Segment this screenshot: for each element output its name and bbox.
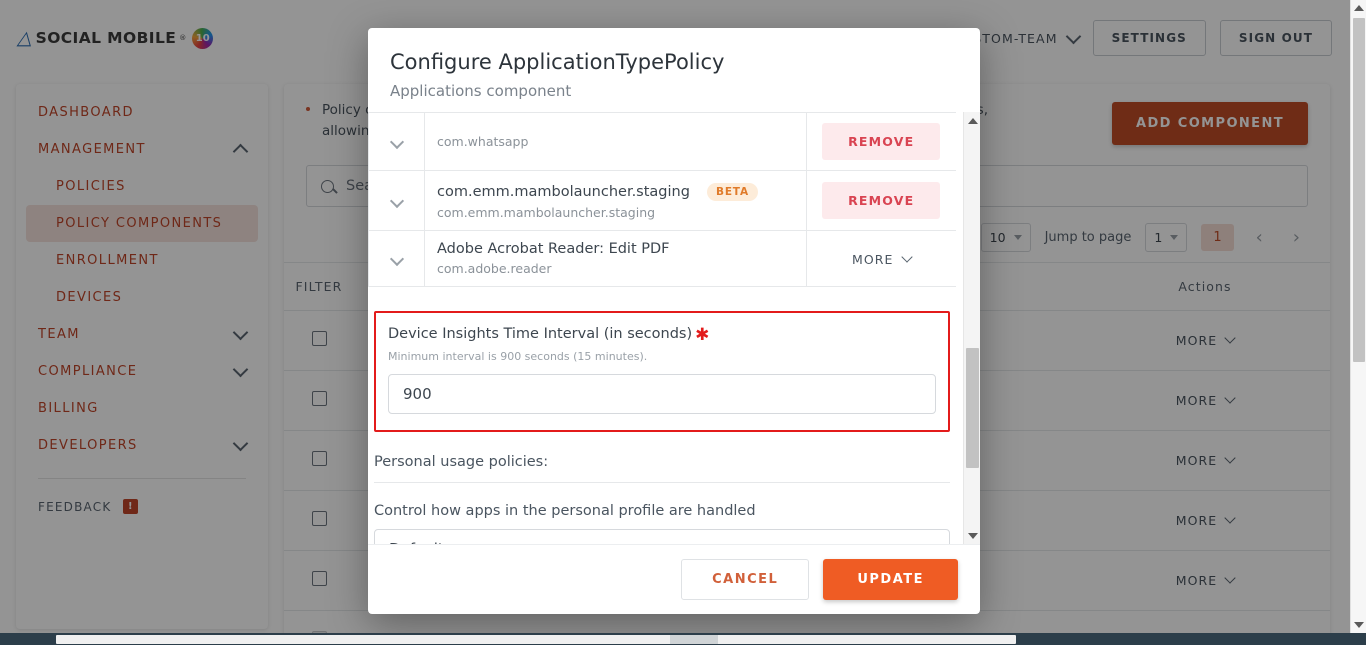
modal-scroll-down-button[interactable] <box>964 527 980 544</box>
application-more-button[interactable]: MORE <box>851 251 913 267</box>
page-horizontal-scrollbar[interactable] <box>0 633 1366 645</box>
personal-profile-select[interactable]: Default <box>374 528 950 545</box>
application-package: com.emm.mambolauncher.staging <box>437 204 656 220</box>
page-vertical-scrollbar[interactable] <box>1350 0 1366 633</box>
personal-profile-select-label: Control how apps in the personal profile… <box>374 502 756 519</box>
device-insights-hint: Minimum interval is 900 seconds (15 minu… <box>388 349 648 363</box>
chevron-down-icon[interactable] <box>389 134 404 150</box>
cancel-button[interactable]: CANCEL <box>681 559 810 600</box>
device-insights-input[interactable] <box>388 373 936 414</box>
expand-cell[interactable] <box>368 229 425 287</box>
application-package: com.adobe.reader <box>437 260 552 276</box>
page-scrollbar-thumb[interactable] <box>1353 18 1365 362</box>
triangle-up-icon <box>1354 5 1364 11</box>
modal-scrollbar-thumb[interactable] <box>966 348 979 468</box>
modal-scroll-up-button[interactable] <box>964 112 980 129</box>
device-insights-label: Device Insights Time Interval (in second… <box>388 325 936 345</box>
modal-scrollbar[interactable] <box>963 112 980 544</box>
modal-title: Configure ApplicationTypePolicy <box>390 50 725 74</box>
configure-policy-modal: Configure ApplicationTypePolicy Applicat… <box>368 28 980 614</box>
app-root: △ SOCIAL MOBILE ® 10 CUSTOM-TEAM SETTING… <box>0 0 1366 645</box>
personal-profile-select-value: Default <box>389 540 444 545</box>
expand-cell[interactable] <box>368 112 425 171</box>
application-action-cell[interactable]: REMOVE <box>806 170 956 231</box>
application-action-cell[interactable]: MORE <box>806 229 956 287</box>
modal-footer: CANCEL UPDATE <box>368 544 980 614</box>
application-info-cell: com.whatsapp <box>424 112 807 171</box>
application-info-cell: com.emm.mambolauncher.staging BETA com.e… <box>424 170 807 231</box>
chevron-down-icon[interactable] <box>389 193 404 208</box>
modal-scroll-area: com.whatsapp REMOVE com.emm.mambolaunche… <box>368 112 956 544</box>
triangle-down-icon <box>967 532 978 539</box>
page-horizontal-scrollbar-thumb[interactable] <box>56 635 1016 644</box>
application-name-wrap: com.emm.mambolauncher.staging BETA <box>437 181 794 201</box>
personal-usage-section-label: Personal usage policies: <box>374 454 950 483</box>
chevron-down-icon <box>900 251 913 263</box>
device-insights-label-text: Device Insights Time Interval (in second… <box>388 325 693 342</box>
application-info-cell: Adobe Acrobat Reader: Edit PDF com.adobe… <box>424 229 807 287</box>
page-horizontal-scrollbar-grip[interactable] <box>670 635 718 644</box>
modal-header: Configure ApplicationTypePolicy Applicat… <box>368 28 980 112</box>
triangle-up-icon <box>967 117 978 124</box>
device-insights-field-block: Device Insights Time Interval (in second… <box>374 310 950 432</box>
expand-cell[interactable] <box>368 170 425 231</box>
application-more-label: MORE <box>851 251 894 267</box>
application-row[interactable]: Adobe Acrobat Reader: Edit PDF com.adobe… <box>368 229 956 287</box>
page-scroll-up-button[interactable] <box>1351 0 1366 16</box>
remove-application-button[interactable]: REMOVE <box>822 123 941 160</box>
application-row[interactable]: com.whatsapp REMOVE <box>368 112 956 171</box>
chevron-down-icon[interactable] <box>389 251 404 266</box>
required-star-icon: ✱ <box>695 324 710 345</box>
application-row[interactable]: com.emm.mambolauncher.staging BETA com.e… <box>368 170 956 231</box>
beta-badge: BETA <box>707 182 758 201</box>
application-package: com.whatsapp <box>437 134 529 149</box>
application-name: Adobe Acrobat Reader: Edit PDF <box>437 240 670 257</box>
remove-application-button[interactable]: REMOVE <box>822 181 941 219</box>
modal-body: com.whatsapp REMOVE com.emm.mambolaunche… <box>368 112 980 544</box>
application-action-cell[interactable]: REMOVE <box>806 112 956 171</box>
triangle-down-icon <box>1354 622 1364 628</box>
applications-table: com.whatsapp REMOVE com.emm.mambolaunche… <box>368 112 956 287</box>
application-name: com.emm.mambolauncher.staging <box>437 184 690 200</box>
update-button[interactable]: UPDATE <box>823 559 958 600</box>
modal-subtitle: Applications component <box>390 82 572 100</box>
page-scroll-down-button[interactable] <box>1351 617 1366 633</box>
